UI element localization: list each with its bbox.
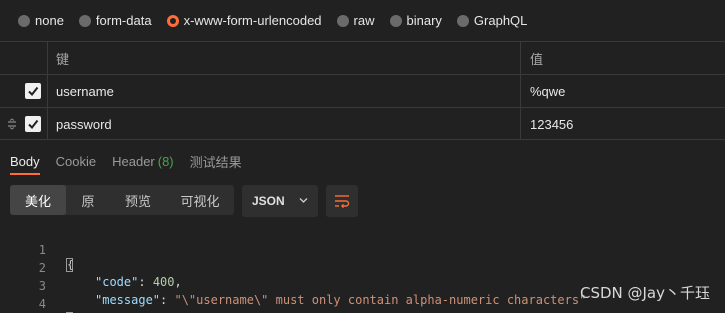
row-checkbox[interactable] — [25, 83, 41, 99]
table-header-row: 键 值 — [0, 41, 725, 74]
code-line: 3 "message": "\"username\" must only con… — [0, 263, 725, 307]
tab-headers[interactable]: Header (8) — [112, 150, 174, 172]
key-cell[interactable]: password — [56, 108, 112, 140]
column-divider — [47, 75, 48, 107]
radio-option-x-www-form-urlencoded[interactable]: x-www-form-urlencoded — [166, 13, 322, 28]
key-column-header: 键 — [56, 51, 70, 67]
view-mode-preview[interactable]: 预览 — [110, 185, 166, 215]
radio-option-none[interactable]: none — [18, 13, 64, 28]
view-mode-raw[interactable]: 原 — [66, 185, 110, 215]
format-select-value: JSON — [252, 194, 285, 208]
line-number: 4 — [38, 297, 46, 311]
tab-test-results[interactable]: 测试结果 — [190, 150, 242, 172]
code-line: 1 { — [0, 227, 725, 272]
wrap-lines-button[interactable] — [326, 185, 358, 217]
tab-cookie[interactable]: Cookie — [56, 150, 96, 172]
response-tabs: Body Cookie Header (8) 测试结果 — [0, 150, 258, 175]
view-mode-visualize[interactable]: 可视化 — [166, 185, 234, 215]
column-divider — [520, 42, 521, 74]
format-select[interactable]: JSON — [242, 185, 318, 217]
headers-count-badge: (8) — [157, 153, 174, 169]
tab-body[interactable]: Body — [10, 150, 40, 175]
radio-icon — [18, 14, 30, 27]
value-cell[interactable]: %qwe — [530, 75, 565, 107]
value-column-header: 值 — [530, 51, 544, 67]
watermark: CSDN @Jay丶千珏 — [579, 284, 710, 302]
column-divider — [47, 42, 48, 74]
radio-icon — [389, 14, 402, 27]
value-cell[interactable]: 123456 — [530, 108, 573, 140]
table-row: username %qwe — [0, 74, 725, 107]
checkmark-icon — [28, 86, 39, 97]
code-content: } — [66, 309, 74, 313]
radio-option-binary[interactable]: binary — [389, 13, 442, 28]
row-checkbox[interactable] — [25, 116, 41, 132]
radio-icon — [456, 14, 469, 27]
params-table: 键 值 username %qwe password 123456 — [0, 41, 725, 140]
radio-option-raw[interactable]: raw — [336, 13, 375, 28]
column-divider — [520, 75, 521, 107]
body-type-selector: none form-data x-www-form-urlencoded raw… — [0, 0, 725, 41]
radio-option-graphql[interactable]: GraphQL — [456, 13, 527, 28]
radio-icon — [78, 14, 91, 27]
view-mode-group: 美化 原 预览 可视化 — [10, 185, 234, 215]
code-line: 2 "code": 400, — [0, 245, 725, 289]
chevron-down-icon — [299, 198, 308, 203]
column-divider — [520, 108, 521, 139]
drag-handle-icon[interactable] — [6, 118, 18, 130]
radio-option-form-data[interactable]: form-data — [78, 13, 152, 28]
radio-icon — [336, 14, 349, 27]
view-mode-pretty[interactable]: 美化 — [10, 185, 66, 215]
tab-headers-label: Header — [112, 153, 155, 169]
key-cell[interactable]: username — [56, 75, 114, 107]
column-divider — [47, 108, 48, 139]
table-row: password 123456 — [0, 107, 725, 140]
wrap-lines-icon — [335, 195, 350, 208]
radio-selected-icon — [166, 14, 179, 27]
checkmark-icon — [28, 119, 39, 130]
